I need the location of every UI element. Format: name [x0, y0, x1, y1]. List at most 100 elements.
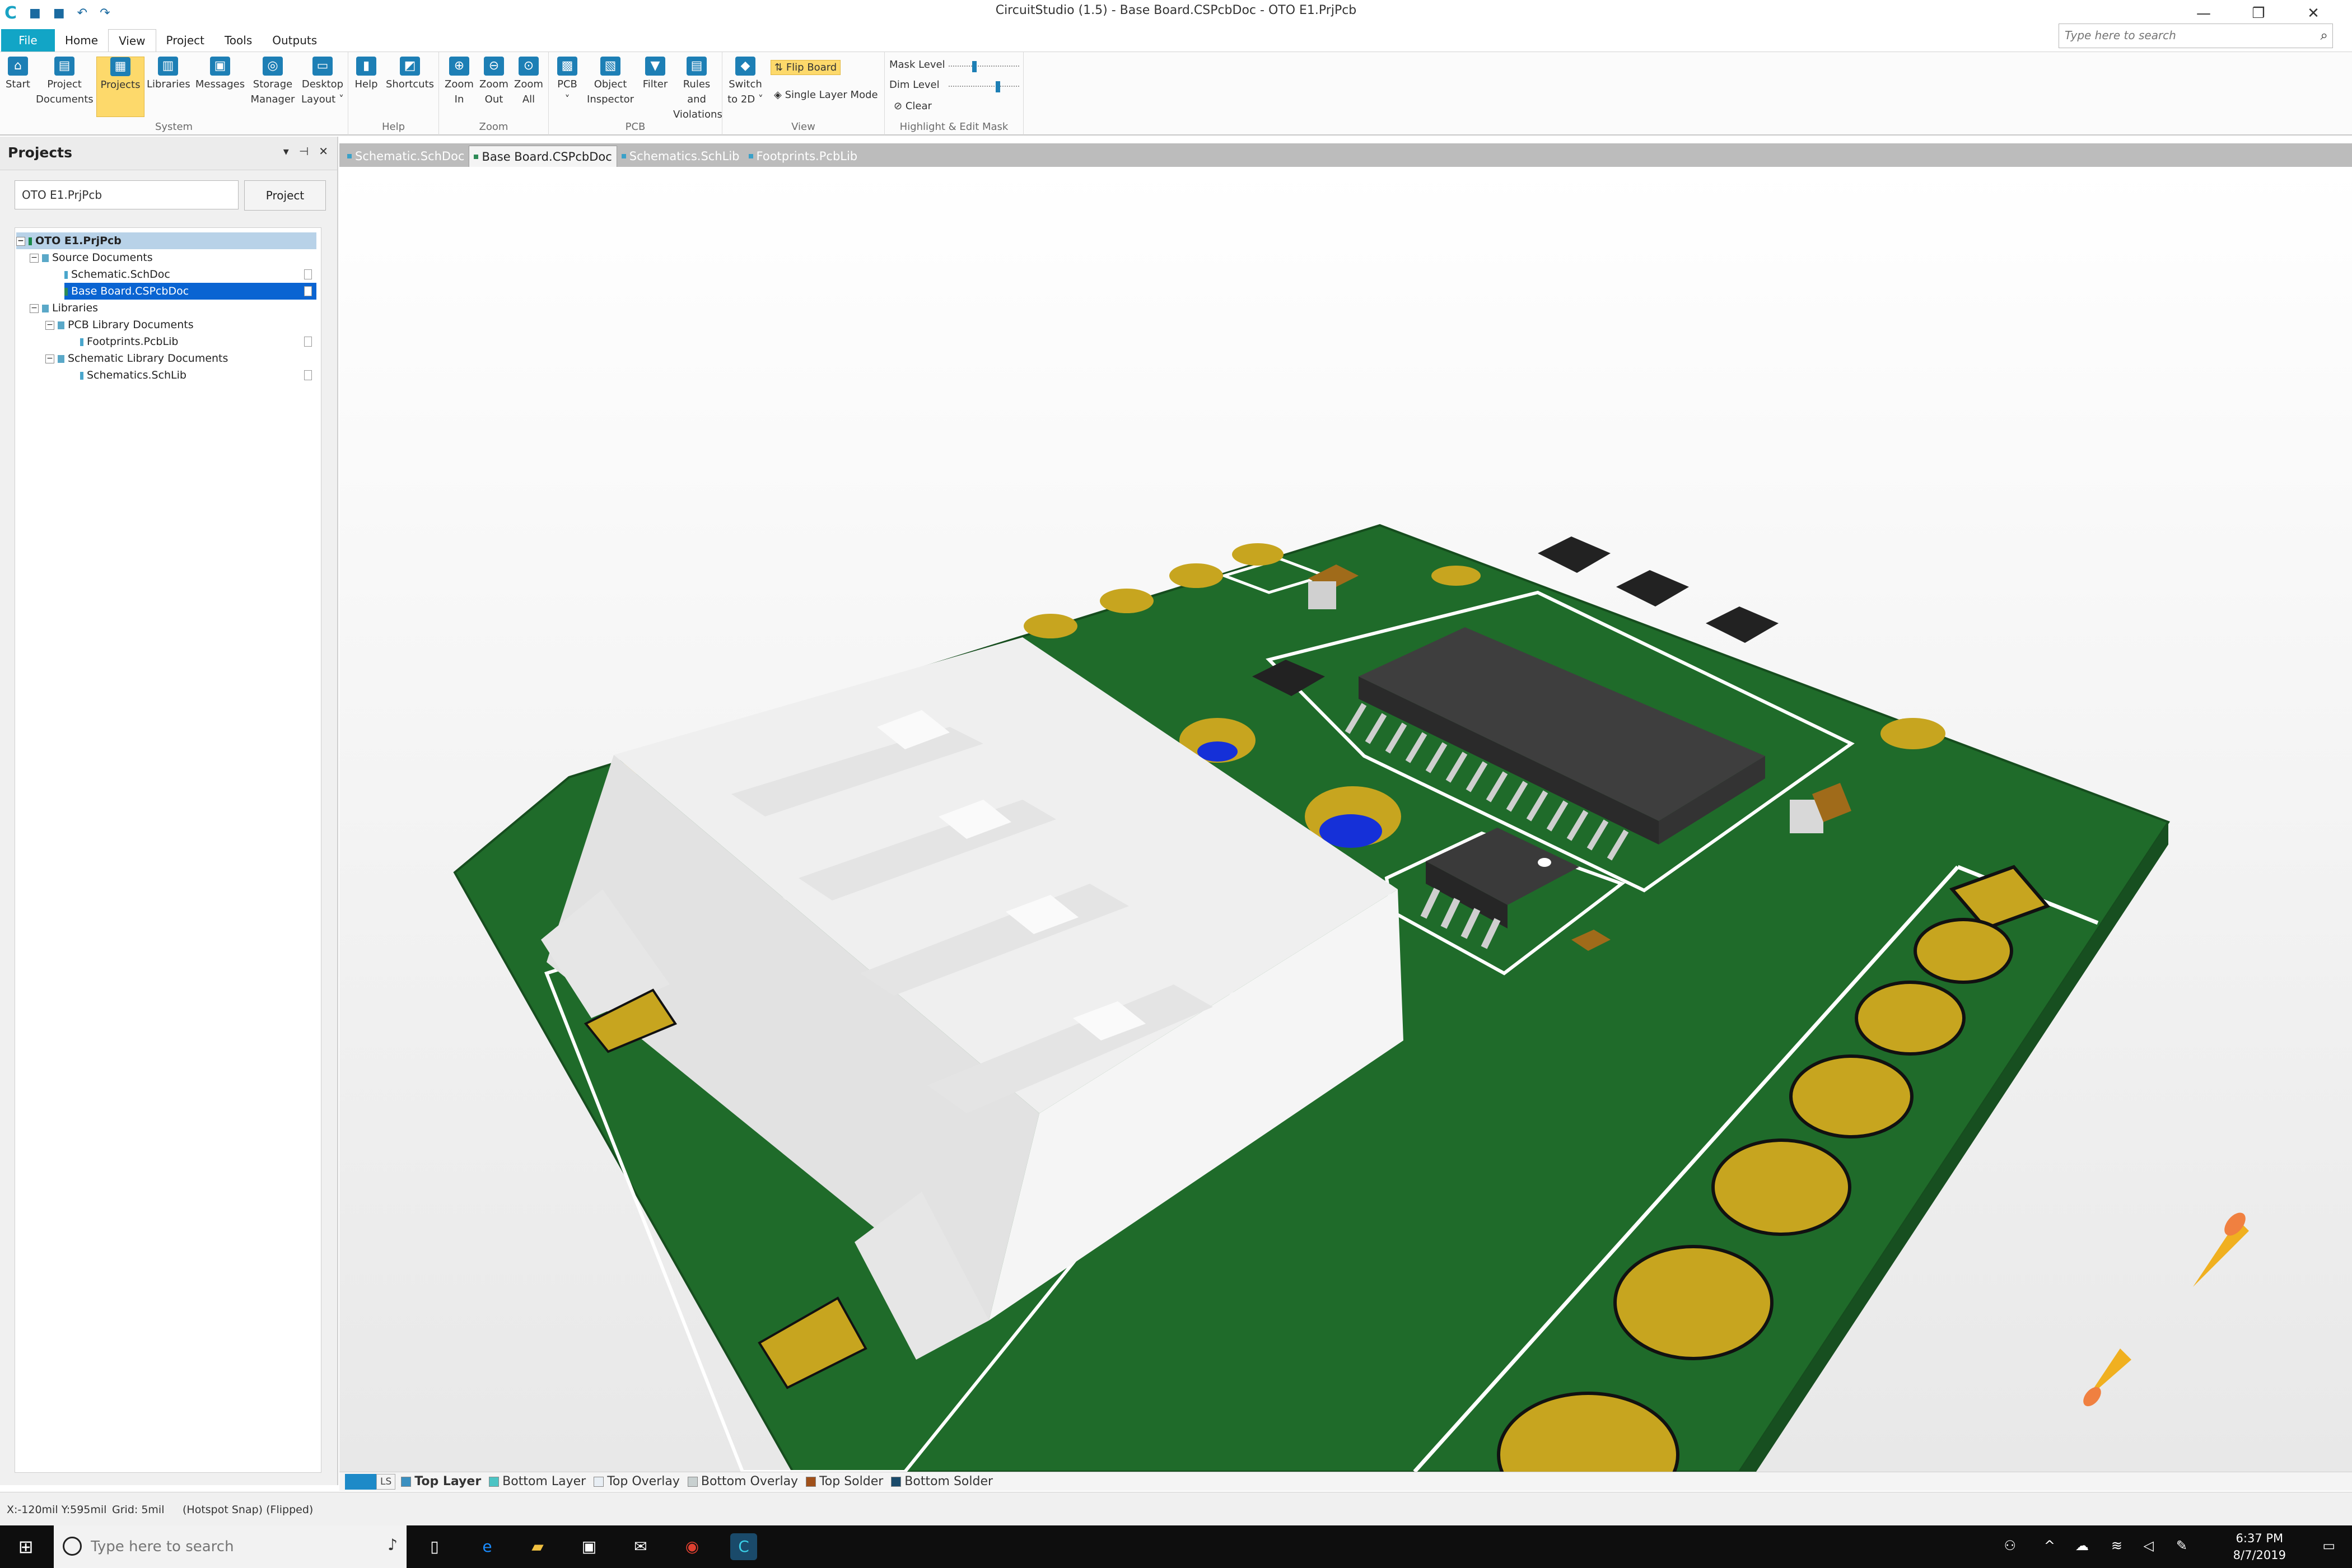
- layer-tab-bottom-layer[interactable]: Bottom Layer: [489, 1474, 586, 1488]
- doc-tab-schematics-lib[interactable]: Schematics.SchLib: [617, 146, 744, 167]
- file-explorer-icon[interactable]: ▰: [524, 1533, 551, 1560]
- dim-level-slider[interactable]: [949, 81, 1019, 92]
- switch-to-2d-button[interactable]: ◆ Switch to 2D ˅: [727, 57, 764, 107]
- collapse-icon[interactable]: −: [45, 320, 54, 330]
- ribbon-group-pcb: ▩ PCB ˅ ▧ Object Inspector ▼ Filter ▤ Ru…: [549, 52, 722, 135]
- chrome-icon[interactable]: ◉: [679, 1533, 706, 1560]
- collapse-icon[interactable]: −: [16, 236, 25, 246]
- messages-button[interactable]: ▣ Messages: [194, 57, 246, 92]
- tree-node-footprints[interactable]: Footprints.PcbLib: [80, 333, 316, 350]
- documents-icon: ▤: [54, 57, 74, 76]
- cortana-icon: [63, 1537, 82, 1556]
- storage-manager-button[interactable]: ◎ Storage Manager: [250, 57, 296, 107]
- network-icon[interactable]: ≋: [2111, 1538, 2122, 1553]
- zoom-in-button[interactable]: ⊕ Zoom In: [444, 57, 475, 107]
- tab-home[interactable]: Home: [55, 29, 108, 52]
- zoom-in-icon: ⊕: [449, 57, 469, 76]
- projects-button[interactable]: ▦ Projects: [96, 57, 144, 117]
- schlib-file-icon: [80, 371, 83, 380]
- restore-button[interactable]: ❐: [2231, 1, 2286, 26]
- mask-level-slider[interactable]: [949, 61, 1019, 72]
- onedrive-icon[interactable]: ☁: [2075, 1538, 2089, 1553]
- layer-set-button[interactable]: LS: [376, 1473, 396, 1490]
- close-button[interactable]: ✕: [2286, 1, 2341, 26]
- tree-node-base-board[interactable]: Base Board.CSPcbDoc: [64, 283, 316, 300]
- tree-node-project[interactable]: − OTO E1.PrjPcb: [16, 232, 316, 249]
- tree-node-libraries[interactable]: − Libraries: [30, 300, 316, 316]
- mask-level-thumb[interactable]: [972, 61, 977, 72]
- clear-mask-button[interactable]: ⊘ Clear: [890, 99, 935, 113]
- project-menu-button[interactable]: Project: [244, 180, 326, 211]
- pcb-button[interactable]: ▩ PCB ˅: [553, 57, 581, 107]
- tab-file[interactable]: File: [1, 29, 55, 52]
- tab-tools[interactable]: Tools: [214, 29, 262, 52]
- tab-project[interactable]: Project: [156, 29, 214, 52]
- zoom-all-button[interactable]: ⊙ Zoom All: [513, 57, 544, 107]
- layer-tab-bottom-solder[interactable]: Bottom Solder: [891, 1474, 993, 1488]
- dim-level-label: Dim Level: [889, 79, 940, 91]
- notifications-icon[interactable]: ▭: [2322, 1538, 2335, 1553]
- dim-level-thumb[interactable]: [996, 81, 1000, 92]
- task-view-icon[interactable]: ▯: [421, 1533, 448, 1560]
- panel-close-icon[interactable]: ✕: [319, 144, 328, 158]
- taskbar-clock[interactable]: 6:37 PM 8/7/2019: [2233, 1530, 2286, 1564]
- layer-tab-bottom-overlay[interactable]: Bottom Overlay: [687, 1474, 798, 1488]
- mail-icon[interactable]: ✉: [627, 1533, 654, 1560]
- layout-icon: ▭: [312, 57, 333, 76]
- tree-node-schematic-doc[interactable]: Schematic.SchDoc: [64, 266, 316, 283]
- help-search-input[interactable]: [2059, 24, 2300, 46]
- collapse-icon[interactable]: −: [45, 354, 54, 363]
- layer-tab-top-layer[interactable]: Top Layer: [401, 1474, 481, 1488]
- circuitstudio-taskbar-icon[interactable]: C: [730, 1533, 757, 1560]
- pcblib-file-icon: [80, 338, 83, 346]
- start-button[interactable]: ⌂ Start: [4, 57, 31, 92]
- panel-pin-icon[interactable]: ⊣: [299, 144, 309, 158]
- microphone-icon[interactable]: ♪: [388, 1536, 398, 1554]
- minimize-button[interactable]: —: [2176, 1, 2231, 26]
- collapse-icon[interactable]: −: [30, 304, 39, 313]
- zoom-out-button[interactable]: ⊖ Zoom Out: [478, 57, 510, 107]
- libraries-button[interactable]: ▥ Libraries: [147, 57, 190, 92]
- search-icon[interactable]: ⌕: [2321, 27, 2328, 43]
- desktop-layout-button[interactable]: ▭ Desktop Layout ˅: [299, 57, 346, 107]
- edge-browser-icon[interactable]: e: [474, 1533, 501, 1560]
- schematic-file-icon: [64, 270, 68, 279]
- panel-menu-icon[interactable]: ▾: [283, 144, 289, 158]
- rules-violations-button[interactable]: ▤ Rules and Violations: [673, 57, 722, 122]
- tree-node-pcb-library-documents[interactable]: − PCB Library Documents: [45, 316, 316, 333]
- volume-icon[interactable]: ◁: [2144, 1538, 2154, 1553]
- help-button[interactable]: ▮ Help: [353, 57, 380, 92]
- tree-node-schematics-lib[interactable]: Schematics.SchLib: [80, 367, 316, 384]
- collapse-icon[interactable]: −: [30, 253, 39, 263]
- store-icon[interactable]: ▣: [576, 1533, 603, 1560]
- doc-tab-schematic[interactable]: Schematic.SchDoc: [343, 146, 469, 167]
- tree-node-source-documents[interactable]: − Source Documents: [30, 249, 316, 266]
- windows-start-icon[interactable]: ⊞: [12, 1533, 39, 1560]
- current-layer-swatch[interactable]: [345, 1473, 376, 1490]
- messages-icon: ▣: [210, 57, 230, 76]
- taskbar-search-input[interactable]: [91, 1536, 371, 1558]
- flip-board-button[interactable]: ⇅ Flip Board: [771, 60, 841, 75]
- taskbar-search: ♪: [54, 1525, 407, 1568]
- tray-overflow-icon[interactable]: ^: [2044, 1538, 2055, 1553]
- doc-tab-base-board[interactable]: Base Board.CSPcbDoc: [469, 146, 617, 167]
- tab-outputs[interactable]: Outputs: [262, 29, 327, 52]
- single-layer-mode-button[interactable]: ◈ Single Layer Mode: [771, 88, 881, 102]
- tab-view[interactable]: View: [108, 29, 156, 52]
- document-status-icon: [304, 337, 312, 347]
- doc-tab-footprints[interactable]: Footprints.PcbLib: [744, 146, 862, 167]
- layer-tab-top-solder[interactable]: Top Solder: [806, 1474, 883, 1488]
- document-status-icon: [304, 370, 312, 380]
- document-tabs: Schematic.SchDoc Base Board.CSPcbDoc Sch…: [339, 143, 2352, 167]
- pcb-3d-viewport[interactable]: [339, 167, 2352, 1472]
- people-icon[interactable]: ⚇: [2004, 1538, 2016, 1553]
- project-documents-button[interactable]: ▤ Project Documents: [36, 57, 94, 107]
- pen-icon[interactable]: ✎: [2176, 1538, 2187, 1553]
- ribbon-group-help: ▮ Help ◩ Shortcuts Help: [348, 52, 439, 135]
- shortcuts-button[interactable]: ◩ Shortcuts: [384, 57, 436, 92]
- project-name-field[interactable]: [15, 180, 239, 209]
- tree-node-schematic-library-documents[interactable]: − Schematic Library Documents: [45, 350, 316, 367]
- layer-tab-top-overlay[interactable]: Top Overlay: [594, 1474, 680, 1488]
- filter-button[interactable]: ▼ Filter: [640, 57, 671, 92]
- object-inspector-button[interactable]: ▧ Object Inspector: [584, 57, 637, 107]
